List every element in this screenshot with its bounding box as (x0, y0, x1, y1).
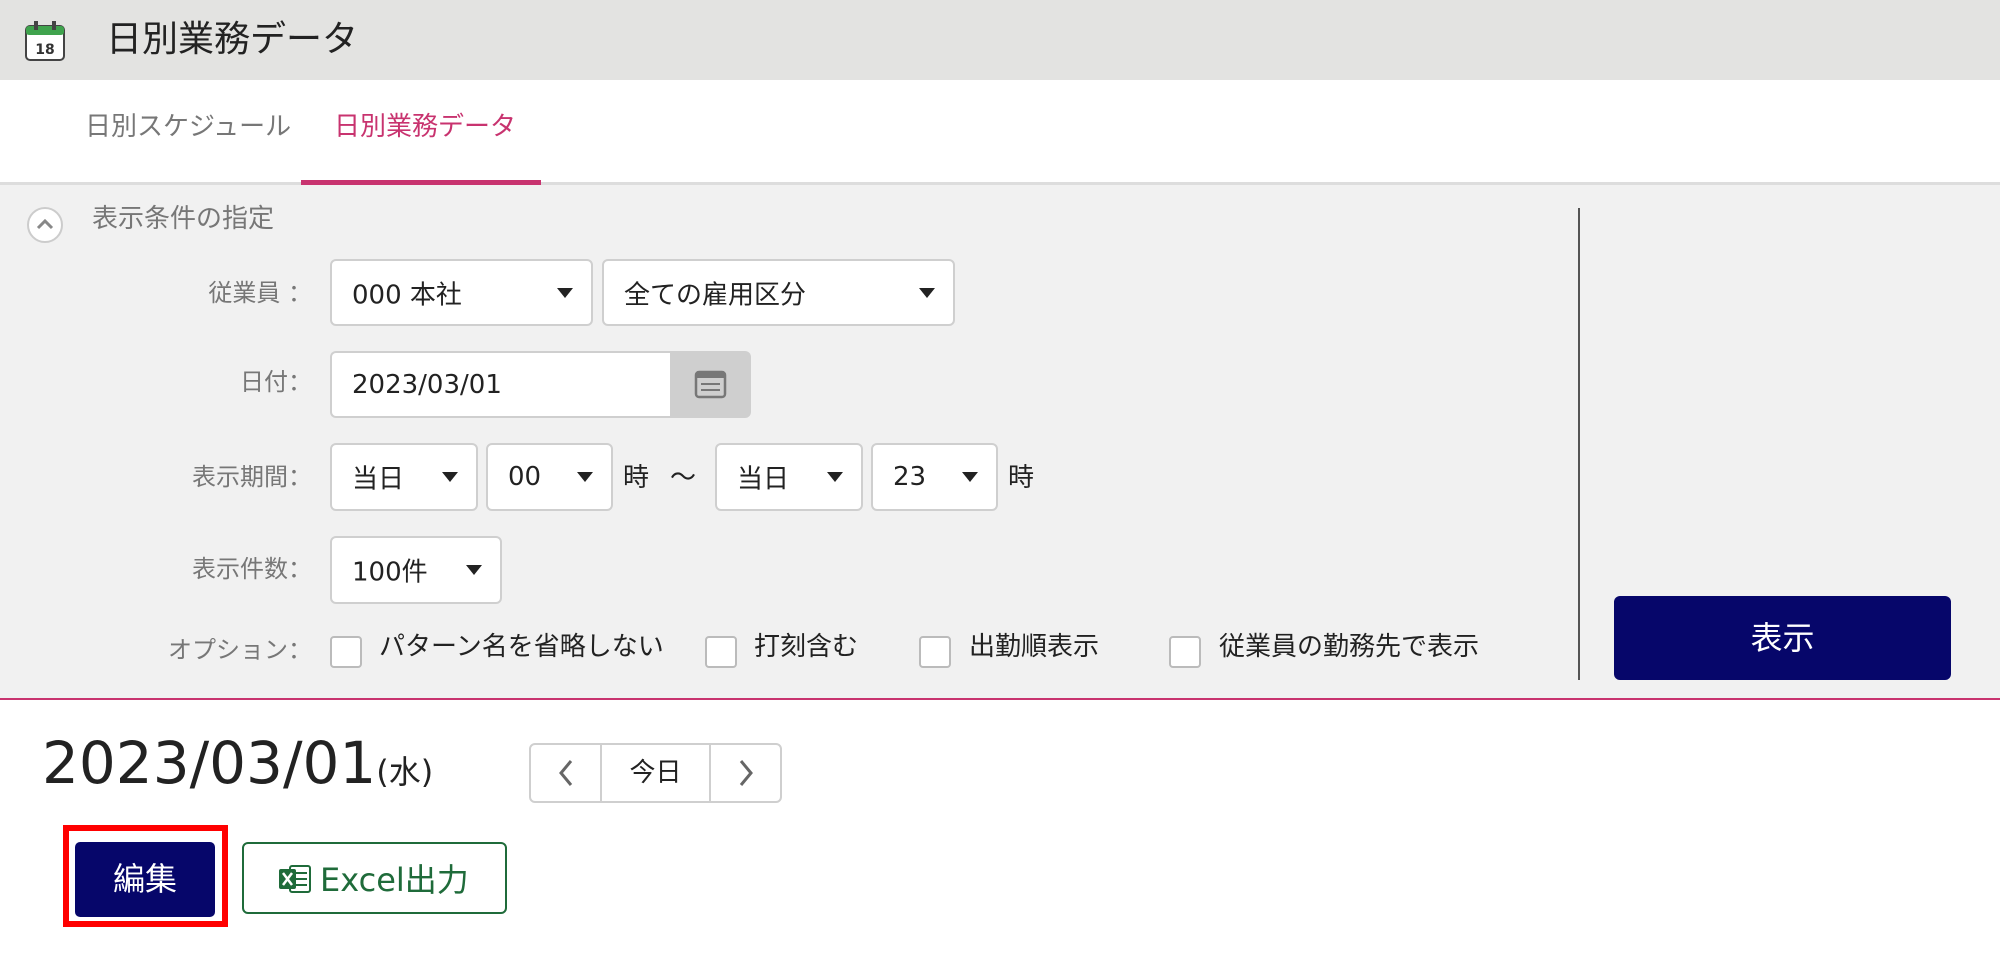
current-weekday: (水) (376, 753, 434, 791)
period-start-hour-select[interactable]: 00 (486, 443, 613, 511)
option-label-attendance-order: 出勤順表示 (969, 632, 1100, 662)
option-checkbox-attendance-order[interactable] (919, 636, 951, 668)
range-tilde: 〜 (670, 463, 697, 493)
period-end-day-select[interactable]: 当日 (715, 443, 863, 511)
date-picker-button[interactable] (670, 351, 751, 418)
option-label-include-punch: 打刻含む (754, 632, 859, 662)
excel-export-label: Excel出力 (320, 861, 469, 899)
page-title: 日別業務データ (106, 19, 359, 60)
period-label: 表示期間： (192, 463, 312, 491)
chevron-down-icon (577, 472, 593, 482)
employee-select-value: 000 本社 (352, 280, 462, 310)
chevron-down-icon (557, 287, 573, 298)
employment-type-value: 全ての雇用区分 (624, 280, 807, 310)
excel-icon (279, 865, 311, 893)
chevron-down-icon (466, 565, 482, 575)
chevron-down-icon (919, 287, 935, 298)
prev-day-button[interactable] (531, 745, 602, 801)
date-pager: 今日 (529, 743, 782, 803)
panel-divider (1578, 208, 1580, 680)
employment-type-select[interactable]: 全ての雇用区分 (602, 259, 955, 326)
chevron-left-icon (558, 760, 572, 786)
count-select[interactable]: 100件 (330, 536, 502, 604)
date-input[interactable]: 2023/03/01 (330, 351, 670, 418)
option-checkbox-employee-workplace[interactable] (1169, 636, 1201, 668)
edit-button[interactable]: 編集 (75, 842, 215, 917)
svg-text:18: 18 (35, 42, 54, 58)
options-label: オプション： (168, 636, 312, 664)
hour-unit-label: 時 (623, 463, 650, 493)
date-input-value: 2023/03/01 (352, 369, 502, 400)
employee-label: 従業員 ： (208, 279, 312, 307)
tab-daily-schedule[interactable]: 日別スケジュール (85, 112, 291, 143)
count-label: 表示件数： (192, 555, 312, 583)
chevron-down-icon (827, 472, 843, 482)
period-end-hour-select[interactable]: 23 (871, 443, 998, 511)
show-button[interactable]: 表示 (1614, 596, 1951, 680)
chevron-right-icon (739, 760, 753, 786)
filter-heading: 表示条件の指定 (92, 204, 275, 234)
employee-select[interactable]: 000 本社 (330, 259, 593, 326)
current-date-value: 2023/03/01 (42, 729, 377, 797)
period-start-day-value: 当日 (352, 464, 405, 495)
period-start-hour-value: 00 (508, 462, 542, 492)
current-date: 2023/03/01(水) (42, 730, 433, 797)
period-end-hour-value: 23 (893, 462, 927, 492)
option-checkbox-no-abbrev[interactable] (330, 636, 362, 668)
period-start-day-select[interactable]: 当日 (330, 443, 478, 511)
period-end-day-value: 当日 (737, 464, 790, 495)
calendar-icon: 18 (24, 20, 66, 62)
chevron-up-icon (36, 218, 54, 230)
tab-bar (0, 80, 2000, 185)
option-checkbox-include-punch[interactable] (705, 636, 737, 668)
count-select-value: 100件 (352, 557, 428, 588)
today-button[interactable]: 今日 (602, 745, 711, 801)
chevron-down-icon (442, 472, 458, 482)
tab-daily-work-data[interactable]: 日別業務データ (334, 112, 516, 143)
calendar-icon (694, 370, 727, 399)
excel-export-button[interactable]: Excel出力 (242, 842, 507, 914)
collapse-button[interactable] (27, 207, 63, 243)
hour-unit-label: 時 (1008, 463, 1035, 493)
next-day-button[interactable] (711, 745, 780, 801)
chevron-down-icon (962, 472, 978, 482)
option-label-no-abbrev: パターン名を省略しない (379, 632, 664, 662)
date-label: 日付： (240, 368, 312, 396)
option-label-employee-workplace: 従業員の勤務先で表示 (1219, 632, 1480, 662)
